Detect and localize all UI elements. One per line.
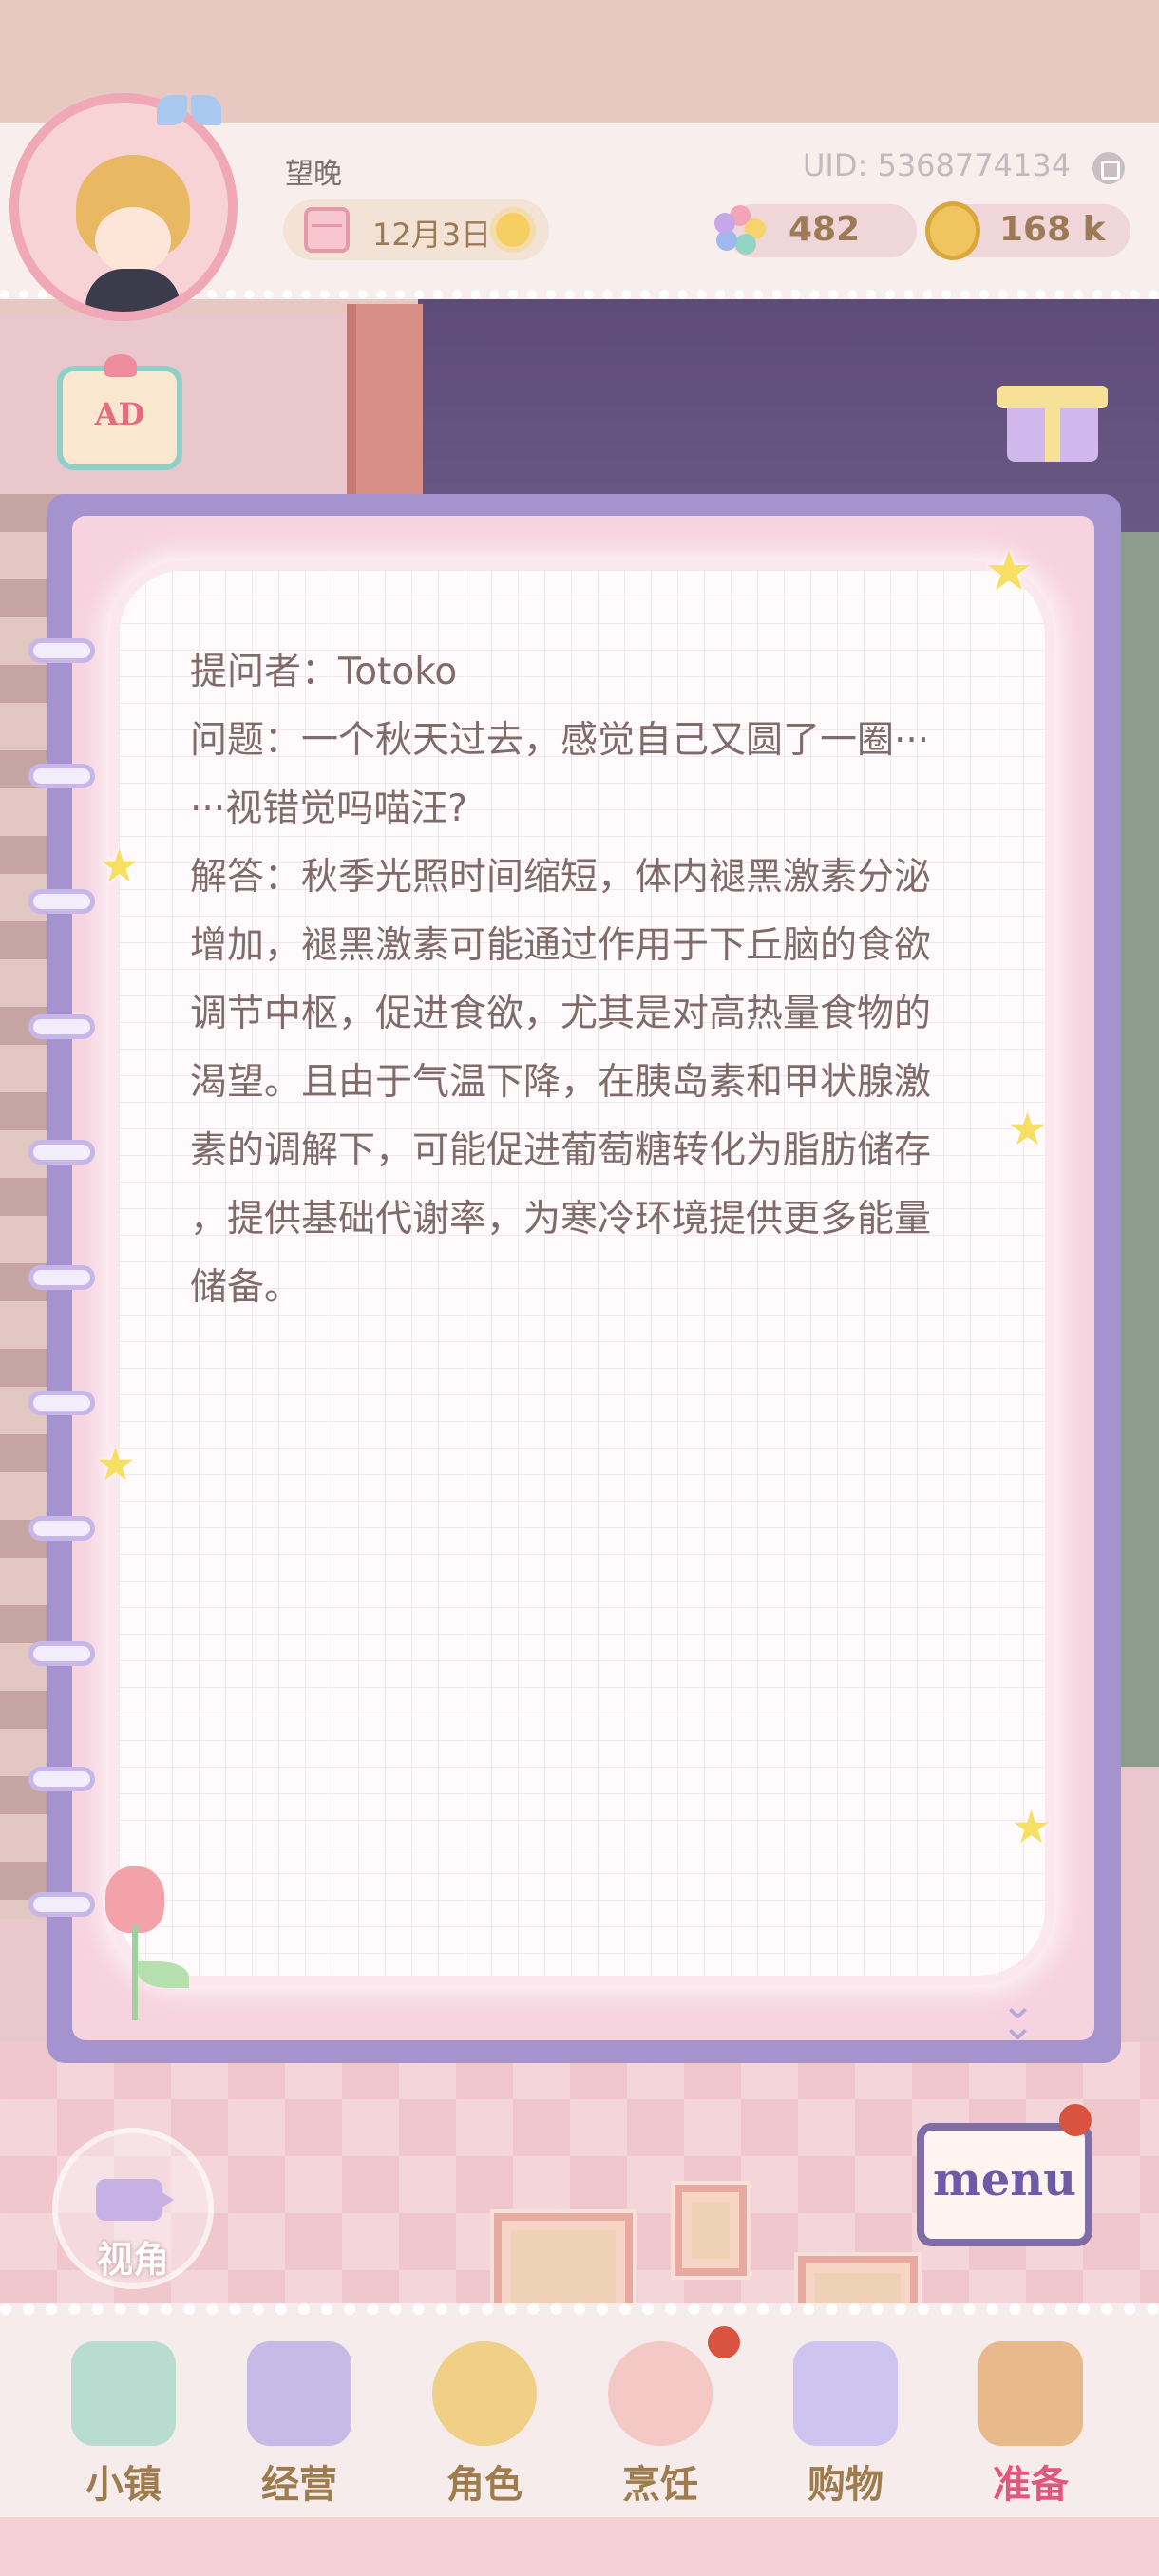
avatar-face [95, 207, 171, 274]
note-line: 提问者：Totoko [190, 651, 458, 693]
coin-count: 168 k [999, 210, 1106, 249]
nav-item-town[interactable]: 小镇 [38, 2341, 209, 2512]
basket-icon [978, 2341, 1083, 2446]
binder-ring [28, 1014, 95, 1039]
camera-view-button[interactable]: 视角 [52, 2128, 214, 2289]
nav-item-business[interactable]: 经营 [214, 2341, 385, 2512]
nav-item-cooking[interactable]: 烹饪 [575, 2326, 746, 2512]
star-icon: ★ [95, 1438, 137, 1491]
nav-label: 经营 [261, 2463, 337, 2507]
nav-label: 小镇 [86, 2463, 162, 2507]
chevron-down-icon[interactable]: ⌄ ⌄ [1000, 1984, 1036, 2047]
star-icon: ★ [1007, 1103, 1049, 1156]
nav-label: 角色 [446, 2463, 522, 2507]
binder-ring [28, 1265, 95, 1290]
wall-picture-frame [674, 2185, 747, 2276]
binder-ring [28, 889, 95, 914]
briefcase-icon [247, 2341, 352, 2446]
nav-item-shopping[interactable]: 购物 [760, 2341, 931, 2512]
gem-count: 482 [788, 210, 861, 249]
binder-ring [28, 1140, 95, 1165]
star-icon: ★ [1011, 1801, 1053, 1854]
note-line: 调节中枢，促进食欲，尤其是对高热量食物的 [190, 993, 932, 1035]
gold-coin-icon [925, 201, 980, 260]
nav-label: 准备 [993, 2463, 1069, 2507]
sun-weather-icon [496, 213, 530, 247]
binder-ring [28, 1767, 95, 1791]
binder-ring [28, 764, 95, 788]
rainbow-gem-icon [714, 205, 766, 256]
note-line: ···视错觉吗喵汪? [190, 787, 467, 830]
ad-reward-button[interactable]: AD [57, 354, 182, 470]
tulip-decoration-icon [90, 1866, 214, 2028]
note-line: 储备。 [190, 1266, 302, 1309]
note-line: 解答：秋季光照时间缩短，体内褪黑激素分泌 [190, 856, 932, 899]
notification-dot [708, 2326, 740, 2358]
player-uid: UID: 5368774134 [803, 147, 1072, 183]
note-line: 增加，褪黑激素可能通过作用于下丘脑的食欲 [190, 924, 932, 967]
binder-ring [28, 1641, 95, 1666]
copy-uid-icon[interactable] [1092, 152, 1125, 184]
nav-item-character[interactable]: 角色 [399, 2341, 570, 2512]
shopping-bag-icon [793, 2341, 898, 2446]
qa-note-text: 提问者：Totoko 问题：一个秋天过去，感觉自己又圆了一圈··· ···视错觉… [190, 638, 1002, 1322]
date-text: 12月3日 [372, 217, 492, 253]
menu-book-button[interactable]: menu [907, 2104, 1102, 2256]
bow-decoration-icon [157, 87, 223, 135]
binder-ring [28, 1516, 95, 1541]
star-icon: ★ [984, 539, 1034, 603]
gift-ribbon [1045, 386, 1060, 462]
note-line: 渴望。且由于气温下降，在胰岛素和甲状腺激 [190, 1061, 932, 1104]
nav-item-prepare[interactable]: 准备 [945, 2341, 1116, 2512]
note-line: 问题：一个秋天过去，感觉自己又圆了一圈··· [190, 719, 930, 762]
nav-label: 购物 [808, 2463, 884, 2507]
ribbon-icon [104, 354, 137, 377]
binder-ring [28, 638, 95, 663]
gift-box-button[interactable] [998, 361, 1112, 465]
note-line: 素的调解下，可能促进葡萄糖转化为脂肪储存 [190, 1129, 932, 1172]
view-label: 视角 [96, 2239, 169, 2281]
ad-label: AD [94, 396, 145, 432]
nav-label: 烹饪 [622, 2463, 698, 2507]
cooking-icon [608, 2341, 712, 2446]
character-icon [432, 2341, 537, 2446]
map-icon [71, 2341, 176, 2446]
star-icon: ★ [99, 840, 141, 893]
menu-label: menu [932, 2153, 1077, 2207]
bottom-strip [0, 2517, 1159, 2576]
note-line: ，提供基础代谢率，为寒冷环境提供更多能量 [190, 1198, 932, 1241]
binder-ring [28, 1892, 95, 1917]
calendar-icon [304, 207, 350, 253]
binder-ring [28, 1391, 95, 1415]
video-camera-icon [96, 2179, 174, 2221]
notification-dot [1059, 2104, 1092, 2136]
player-name: 望晚 [285, 158, 342, 191]
